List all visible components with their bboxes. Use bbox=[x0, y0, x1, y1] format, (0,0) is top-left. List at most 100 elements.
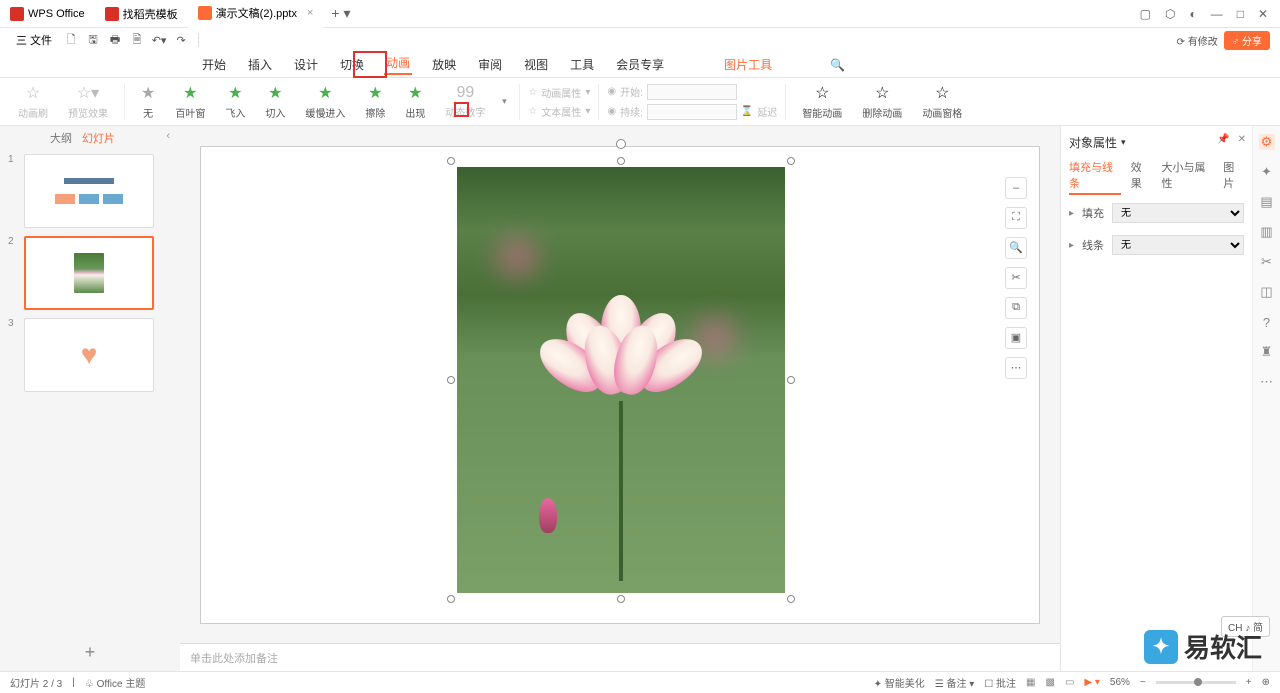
float-fit-icon[interactable]: ⧉ bbox=[1005, 297, 1027, 319]
resize-handle[interactable] bbox=[787, 376, 795, 384]
float-minus-icon[interactable]: – bbox=[1005, 177, 1027, 199]
tab-fill-line[interactable]: 填充与线条 bbox=[1069, 159, 1121, 195]
tab-design[interactable]: 设计 bbox=[292, 56, 320, 73]
tab-member[interactable]: 会员专享 bbox=[614, 56, 666, 73]
sidebar-style-icon[interactable]: ✦ bbox=[1259, 164, 1275, 180]
float-cut-icon[interactable]: ✂ bbox=[1005, 267, 1027, 289]
beautify-button[interactable]: ✦ 智能美化 bbox=[874, 675, 925, 690]
pin-icon[interactable]: 📌 bbox=[1217, 134, 1229, 145]
notes-area[interactable]: 单击此处添加备注 bbox=[180, 643, 1060, 671]
slide-thumb-3[interactable]: ♥ bbox=[24, 318, 154, 392]
expand-icon[interactable]: ▸ bbox=[1069, 208, 1074, 219]
float-zoom-icon[interactable]: 🔍 bbox=[1005, 237, 1027, 259]
tab-picture[interactable]: 图片 bbox=[1223, 159, 1244, 195]
resize-handle[interactable] bbox=[447, 595, 455, 603]
resize-handle[interactable] bbox=[787, 595, 795, 603]
smart-animation[interactable]: ☆智能动画 bbox=[794, 81, 850, 122]
window-close-icon[interactable]: ✕ bbox=[1258, 7, 1268, 21]
text-prop-label[interactable]: 文本属性 bbox=[541, 104, 581, 119]
animation-brush[interactable]: ☆动画刷 bbox=[10, 81, 56, 122]
resize-handle[interactable] bbox=[447, 376, 455, 384]
view-sorter-icon[interactable]: ▩ bbox=[1046, 677, 1055, 688]
sidebar-resource-icon[interactable]: ♜ bbox=[1259, 344, 1275, 360]
comments-toggle[interactable]: ☐ 批注 bbox=[984, 675, 1016, 690]
redo-icon[interactable]: ↷ bbox=[172, 31, 190, 49]
tab-close-icon[interactable]: × bbox=[307, 7, 313, 19]
effect-slowin[interactable]: ★缓慢进入 bbox=[297, 81, 353, 122]
window-restore-icon[interactable]: ▢ bbox=[1140, 7, 1151, 21]
sidebar-material-icon[interactable]: ▤ bbox=[1259, 194, 1275, 210]
slide-thumb-2[interactable] bbox=[24, 236, 154, 310]
float-crop-icon[interactable]: ⛶ bbox=[1005, 207, 1027, 229]
rotate-handle[interactable] bbox=[616, 139, 626, 149]
modified-badge[interactable]: ⟳ 有修改 bbox=[1177, 33, 1218, 48]
sidebar-help-icon[interactable]: ? bbox=[1259, 314, 1275, 330]
line-select[interactable]: 无 bbox=[1112, 235, 1244, 255]
share-button[interactable]: ♂ 分享 bbox=[1224, 31, 1270, 50]
tab-transition[interactable]: 切换 bbox=[338, 56, 366, 73]
close-icon[interactable]: ✕ bbox=[1238, 134, 1246, 145]
dynamic-number[interactable]: 99动态数字 bbox=[437, 82, 493, 121]
slide[interactable]: – ⛶ 🔍 ✂ ⧉ ▣ ⋯ bbox=[200, 146, 1040, 624]
sidebar-template-icon[interactable]: ◫ bbox=[1259, 284, 1275, 300]
fit-icon[interactable]: ⊕ bbox=[1262, 677, 1270, 688]
effect-cutin[interactable]: ★切入 bbox=[257, 81, 293, 122]
resize-handle[interactable] bbox=[787, 157, 795, 165]
tab-slideshow[interactable]: 放映 bbox=[430, 56, 458, 73]
float-frame-icon[interactable]: ▣ bbox=[1005, 327, 1027, 349]
tab-template[interactable]: 找稻壳模板 bbox=[95, 0, 188, 28]
file-menu[interactable]: 三 文件 bbox=[10, 32, 58, 48]
view-normal-icon[interactable]: ▦ bbox=[1026, 677, 1035, 688]
effect-appear[interactable]: ★出现 bbox=[397, 81, 433, 122]
panel-collapse-icon[interactable]: ‹ bbox=[166, 130, 170, 142]
zoom-out-icon[interactable]: − bbox=[1140, 677, 1146, 688]
slide-thumb-1[interactable] bbox=[24, 154, 154, 228]
undo-icon[interactable]: ↶▾ bbox=[150, 31, 168, 49]
fill-select[interactable]: 无 bbox=[1112, 203, 1244, 223]
preview-effect[interactable]: ☆▾预览效果 bbox=[60, 81, 116, 122]
tab-animation[interactable]: 动画 bbox=[384, 54, 412, 75]
window-minimize-icon[interactable]: — bbox=[1211, 7, 1223, 21]
effect-flyin[interactable]: ★飞入 bbox=[217, 81, 253, 122]
window-maximize-icon[interactable]: □ bbox=[1237, 7, 1244, 21]
save-icon[interactable]: 🖫 bbox=[84, 31, 102, 49]
sidebar-properties-icon[interactable]: ⚙ bbox=[1259, 134, 1275, 150]
effect-wipe[interactable]: ★擦除 bbox=[357, 81, 393, 122]
new-icon[interactable]: 🗋 bbox=[62, 31, 80, 49]
slide-canvas[interactable]: – ⛶ 🔍 ✂ ⧉ ▣ ⋯ bbox=[180, 126, 1060, 643]
animation-pane[interactable]: ☆动画窗格 bbox=[914, 81, 970, 122]
duration-input[interactable] bbox=[647, 104, 737, 120]
new-tab-button[interactable]: + ▾ bbox=[323, 5, 358, 22]
slides-tab[interactable]: 幻灯片 bbox=[82, 130, 115, 146]
print-icon[interactable]: 🖶 bbox=[106, 31, 124, 49]
theme-label[interactable]: ♧ Office 主题 bbox=[85, 675, 145, 690]
effect-none[interactable]: ★无 bbox=[133, 81, 163, 122]
tab-insert[interactable]: 插入 bbox=[246, 56, 274, 73]
delete-animation[interactable]: ☆删除动画 bbox=[854, 81, 910, 122]
zoom-value[interactable]: 56% bbox=[1110, 677, 1130, 688]
float-more-icon[interactable]: ⋯ bbox=[1005, 357, 1027, 379]
tab-picture-tools[interactable]: 图片工具 bbox=[722, 56, 774, 73]
expand-icon[interactable]: ▸ bbox=[1069, 240, 1074, 251]
sidebar-more-icon[interactable]: ⋯ bbox=[1259, 374, 1275, 390]
resize-handle[interactable] bbox=[617, 157, 625, 165]
tab-effects[interactable]: 效果 bbox=[1131, 159, 1152, 195]
window-user-icon[interactable]: ◐ bbox=[1189, 7, 1196, 21]
search-icon[interactable]: 🔍 bbox=[830, 58, 845, 72]
zoom-slider[interactable] bbox=[1156, 681, 1236, 684]
anim-prop-label[interactable]: 动画属性 bbox=[541, 85, 581, 100]
sidebar-tools-icon[interactable]: ✂ bbox=[1259, 254, 1275, 270]
tab-view[interactable]: 视图 bbox=[522, 56, 550, 73]
resize-handle[interactable] bbox=[447, 157, 455, 165]
resize-handle[interactable] bbox=[617, 595, 625, 603]
effects-more-dropdown[interactable]: ▾ bbox=[497, 95, 511, 109]
sidebar-layers-icon[interactable]: ▥ bbox=[1259, 224, 1275, 240]
start-input[interactable] bbox=[647, 84, 737, 100]
add-slide-button[interactable]: + bbox=[85, 642, 96, 663]
effect-blinds[interactable]: ★百叶窗 bbox=[167, 81, 213, 122]
selected-image[interactable] bbox=[457, 167, 785, 593]
tab-tools[interactable]: 工具 bbox=[568, 56, 596, 73]
outline-tab[interactable]: 大纲 bbox=[50, 130, 72, 146]
tab-start[interactable]: 开始 bbox=[200, 56, 228, 73]
tab-size[interactable]: 大小与属性 bbox=[1162, 159, 1214, 195]
